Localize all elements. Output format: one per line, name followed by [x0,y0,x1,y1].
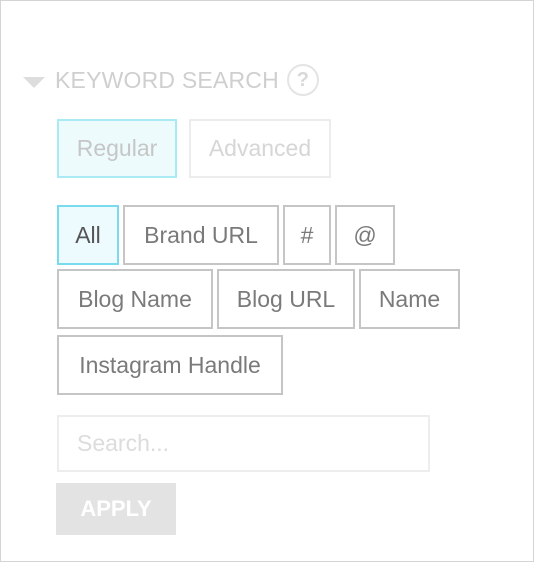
filter-chip-all[interactable]: All [57,205,119,265]
regular-mode-button[interactable]: Regular [57,119,177,178]
search-input[interactable] [57,415,430,472]
search-mode-toggle: Regular Advanced [57,119,331,178]
advanced-mode-button[interactable]: Advanced [189,119,331,178]
filter-chip-name[interactable]: Name [359,269,460,329]
filter-chip-instagram-handle[interactable]: Instagram Handle [57,335,283,395]
filter-chip-brand-url[interactable]: Brand URL [123,205,279,265]
filter-chip-blog-name[interactable]: Blog Name [57,269,213,329]
question-circle-icon[interactable]: ? [286,64,319,96]
keyword-search-panel: KEYWORD SEARCH ? Regular Advanced All Br… [0,0,534,562]
section-title: KEYWORD SEARCH [55,66,279,93]
keyword-search-header[interactable]: KEYWORD SEARCH ? [23,61,319,99]
apply-button[interactable]: APPLY [56,483,176,535]
filter-chip-hashtag[interactable]: # [283,205,331,265]
caret-down-icon[interactable] [23,76,45,88]
filter-chip-blog-url[interactable]: Blog URL [217,269,355,329]
filter-chip-mention[interactable]: @ [335,205,395,265]
